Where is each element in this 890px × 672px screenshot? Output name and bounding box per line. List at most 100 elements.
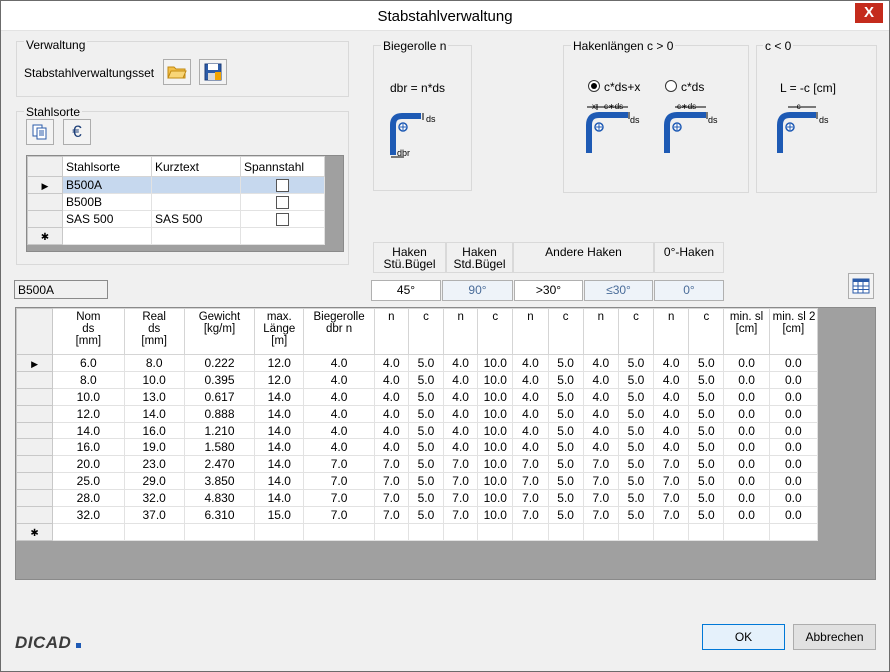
table-cell[interactable]: 14.0 <box>254 421 305 440</box>
table-cell[interactable]: 5.0 <box>547 354 584 372</box>
table-cell[interactable]: 10.0 <box>477 489 514 508</box>
row-selector[interactable] <box>16 404 54 423</box>
table-cell[interactable]: 5.0 <box>617 455 655 474</box>
table-cell[interactable]: 1.580 <box>183 438 256 457</box>
spannstahl-checkbox[interactable] <box>276 179 289 193</box>
copy-button[interactable] <box>26 119 54 145</box>
spannstahl-checkbox[interactable] <box>276 196 289 210</box>
column-header[interactable]: c <box>547 308 584 355</box>
table-cell[interactable]: 7.0 <box>582 506 619 524</box>
new-cell[interactable] <box>443 522 479 541</box>
new-row[interactable]: ✱ <box>27 227 325 245</box>
table-cell[interactable]: 4.0 <box>653 438 690 457</box>
table-row[interactable]: 25.0 29.0 3.850 14.0 7.0 7.0 5.0 7.0 10.0 7.0 5.0 7… <box>16 472 819 491</box>
table-cell[interactable]: 0.0 <box>768 354 819 372</box>
table-cell[interactable]: 0.0 <box>768 404 819 423</box>
table-cell[interactable]: 4.0 <box>303 421 375 440</box>
table-cell[interactable]: 5.0 <box>617 354 655 372</box>
table-cell[interactable]: 4.0 <box>512 370 549 389</box>
table-cell[interactable]: 4.0 <box>582 438 619 457</box>
column-header[interactable]: n <box>443 308 479 355</box>
table-cell[interactable]: 10.0 <box>52 387 125 406</box>
table-cell[interactable]: 16.0 <box>123 421 185 440</box>
column-header[interactable]: n <box>582 308 619 355</box>
new-row[interactable]: ✱ <box>16 522 819 541</box>
cell-stahlsorte[interactable]: B500B <box>62 193 152 211</box>
table-cell[interactable]: 7.0 <box>373 506 409 524</box>
table-cell[interactable]: 6.310 <box>183 506 256 524</box>
table-cell[interactable]: 10.0 <box>477 506 514 524</box>
table-cell[interactable]: 25.0 <box>52 472 125 491</box>
spannstahl-checkbox[interactable] <box>276 213 289 227</box>
table-cell[interactable]: 7.0 <box>512 472 549 491</box>
table-cell[interactable]: 5.0 <box>547 370 584 389</box>
table-cell[interactable]: 4.0 <box>373 421 409 440</box>
table-cell[interactable]: 5.0 <box>407 354 445 372</box>
table-cell[interactable]: 23.0 <box>123 455 185 474</box>
table-cell[interactable]: 5.0 <box>617 404 655 423</box>
table-row[interactable]: 20.0 23.0 2.470 14.0 7.0 7.0 5.0 7.0 10.0 7.0 5.0 7… <box>16 455 819 474</box>
table-cell[interactable]: 8.0 <box>123 354 185 372</box>
table-cell[interactable]: 5.0 <box>688 387 725 406</box>
table-cell[interactable]: 20.0 <box>52 455 125 474</box>
table-cell[interactable]: 2.470 <box>183 455 256 474</box>
row-selector[interactable] <box>16 472 54 491</box>
table-cell[interactable]: 19.0 <box>123 438 185 457</box>
table-cell[interactable]: 10.0 <box>477 438 514 457</box>
table-cell[interactable]: 5.0 <box>547 438 584 457</box>
angle-90[interactable]: 90° <box>442 280 513 301</box>
table-cell[interactable]: 0.0 <box>768 387 819 406</box>
table-cell[interactable]: 7.0 <box>582 472 619 491</box>
row-selector[interactable] <box>16 387 54 406</box>
new-cell[interactable] <box>303 522 375 541</box>
table-cell[interactable]: 7.0 <box>443 455 479 474</box>
new-cell[interactable] <box>373 522 409 541</box>
table-cell[interactable]: 5.0 <box>688 404 725 423</box>
table-cell[interactable]: 0.0 <box>723 506 770 524</box>
table-cell[interactable]: 4.0 <box>653 404 690 423</box>
cell-stahlsorte[interactable]: B500A <box>62 176 152 194</box>
table-cell[interactable]: 4.0 <box>653 370 690 389</box>
column-header[interactable]: n <box>512 308 549 355</box>
table-cell[interactable]: 4.0 <box>303 438 375 457</box>
table-cell[interactable]: 5.0 <box>547 404 584 423</box>
table-cell[interactable]: 4.0 <box>443 387 479 406</box>
table-cell[interactable]: 4.830 <box>183 489 256 508</box>
new-cell[interactable] <box>407 522 445 541</box>
table-cell[interactable]: 12.0 <box>254 370 305 389</box>
table-cell[interactable]: 7.0 <box>512 455 549 474</box>
table-row[interactable]: 14.0 16.0 1.210 14.0 4.0 4.0 5.0 4.0 10.0 4.0 5.0 4… <box>16 421 819 440</box>
table-cell[interactable]: 4.0 <box>512 387 549 406</box>
table-cell[interactable]: 10.0 <box>477 370 514 389</box>
table-cell[interactable]: 4.0 <box>303 370 375 389</box>
table-cell[interactable]: 4.0 <box>653 387 690 406</box>
angle-0[interactable]: 0° <box>654 280 724 301</box>
table-cell[interactable]: 7.0 <box>303 506 375 524</box>
table-cell[interactable]: 10.0 <box>477 387 514 406</box>
column-header[interactable]: Biegerolle dbr n <box>303 308 375 355</box>
table-cell[interactable]: 7.0 <box>443 489 479 508</box>
table-cell[interactable]: 7.0 <box>303 489 375 508</box>
table-cell[interactable]: 8.0 <box>52 370 125 389</box>
table-cell[interactable]: 14.0 <box>254 489 305 508</box>
table-cell[interactable]: 4.0 <box>653 421 690 440</box>
table-cell[interactable]: 7.0 <box>653 489 690 508</box>
row-selector[interactable] <box>16 506 54 524</box>
ok-button[interactable]: OK <box>702 624 785 650</box>
table-cell[interactable]: 7.0 <box>303 472 375 491</box>
cell-kurztext[interactable]: SAS 500 <box>151 210 241 228</box>
table-cell[interactable]: 5.0 <box>547 489 584 508</box>
table-cell[interactable]: 7.0 <box>512 489 549 508</box>
row-selector[interactable] <box>16 370 54 389</box>
column-header[interactable]: n <box>653 308 690 355</box>
new-cell[interactable] <box>547 522 584 541</box>
euro-button[interactable]: € <box>63 119 91 145</box>
table-cell[interactable]: 4.0 <box>373 404 409 423</box>
table-cell[interactable]: 4.0 <box>653 354 690 372</box>
cell-spannstahl[interactable] <box>240 193 325 211</box>
table-cell[interactable]: 0.0 <box>768 472 819 491</box>
table-cell[interactable]: 5.0 <box>617 421 655 440</box>
table-cell[interactable]: 0.0 <box>723 404 770 423</box>
table-cell[interactable]: 5.0 <box>617 506 655 524</box>
table-cell[interactable]: 6.0 <box>52 354 125 372</box>
